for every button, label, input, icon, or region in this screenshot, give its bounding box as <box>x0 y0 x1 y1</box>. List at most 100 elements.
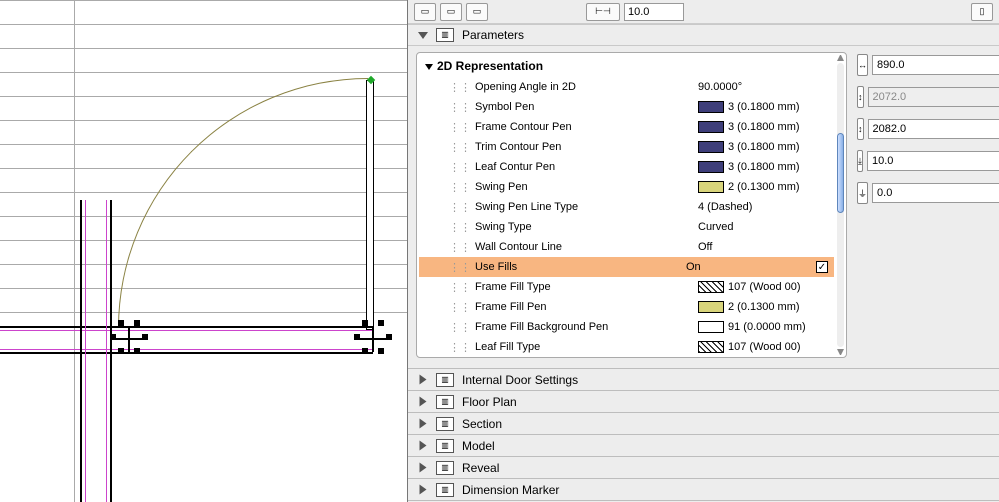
param-label: Wall Contour Line <box>475 241 698 253</box>
top-value-input[interactable] <box>624 3 684 21</box>
section-icon: ▥ <box>436 373 454 387</box>
scrollbar[interactable] <box>837 63 844 347</box>
wall-vertical <box>80 200 112 502</box>
section-title: Section <box>462 417 502 431</box>
width-icon: ↔ <box>857 54 868 76</box>
fill-swatch <box>698 281 724 293</box>
parameters-section-header[interactable]: ▥ Parameters <box>408 24 999 46</box>
top-toolbar: ▭ ▭ ▭ ⊢⊣ ▯ <box>408 0 999 24</box>
param-value[interactable]: 2 (0.1300 mm) <box>698 181 828 193</box>
param-row[interactable]: ⋮⋮Opening Angle in 2D90.0000° <box>419 77 834 97</box>
disclosure-triangle-icon <box>420 485 427 495</box>
param-value[interactable]: 4 (Dashed) <box>698 201 828 213</box>
elevation-icon: ⏚ <box>857 182 868 204</box>
section-icon: ▥ <box>436 417 454 431</box>
collapsed-section-header[interactable]: ▥ Section <box>408 412 999 434</box>
height-input-disabled <box>868 87 999 107</box>
param-row[interactable]: ⋮⋮Frame Contour Pen3 (0.1800 mm) <box>419 117 834 137</box>
scroll-up-icon[interactable] <box>837 55 844 61</box>
edit-node[interactable] <box>110 320 150 360</box>
param-row[interactable]: ⋮⋮Trim Contour Pen3 (0.1800 mm) <box>419 137 834 157</box>
param-value[interactable]: 3 (0.1800 mm) <box>698 101 828 113</box>
collapsed-section-header[interactable]: ▥ Internal Door Settings <box>408 368 999 390</box>
param-row[interactable]: ⋮⋮Swing Pen Line Type4 (Dashed) <box>419 197 834 217</box>
collapsed-section-header[interactable]: ▥ Model <box>408 434 999 456</box>
param-row[interactable]: ⋮⋮Frame Fill Background Pen91 (0.0000 mm… <box>419 317 834 337</box>
param-label: Symbol Pen <box>475 101 698 113</box>
param-value[interactable]: Curved <box>698 221 828 233</box>
disclosure-triangle-icon <box>420 463 427 473</box>
param-value[interactable]: 3 (0.1800 mm) <box>698 161 828 173</box>
param-value[interactable]: 2 (0.1300 mm) <box>698 301 828 313</box>
section-title: Model <box>462 439 495 453</box>
dimension-inputs: ↔ ↕ ▴▾ ↕ ⤓ ⏚ <box>857 52 991 358</box>
section-title: Floor Plan <box>462 395 517 409</box>
param-row[interactable]: ⋮⋮Symbol Pen3 (0.1800 mm) <box>419 97 834 117</box>
disclosure-triangle-icon <box>420 441 427 451</box>
section-icon: ▥ <box>436 461 454 475</box>
param-label: Swing Pen Line Type <box>475 201 698 213</box>
param-value[interactable]: 3 (0.1800 mm) <box>698 141 828 153</box>
param-value[interactable]: Off <box>698 241 828 253</box>
height-icon: ↕ <box>857 86 864 108</box>
param-label: Frame Fill Type <box>475 281 698 293</box>
scroll-thumb[interactable] <box>837 133 844 213</box>
param-label: Frame Contour Pen <box>475 121 698 133</box>
parameters-title: Parameters <box>462 28 524 42</box>
param-value[interactable]: 90.0000° <box>698 81 828 93</box>
anchor-icon-3[interactable]: ▭ <box>466 3 488 21</box>
param-value[interactable]: 3 (0.1800 mm) <box>698 121 828 133</box>
edit-node[interactable] <box>354 320 394 360</box>
drawing-canvas[interactable] <box>0 0 408 502</box>
param-label: Frame Fill Background Pen <box>475 321 698 333</box>
pen-swatch <box>698 161 724 173</box>
wall-horizontal <box>0 326 373 354</box>
settings-panel: ▭ ▭ ▭ ⊢⊣ ▯ ▥ Parameters 2D Representatio… <box>408 0 999 502</box>
param-label: Leaf Contur Pen <box>475 161 698 173</box>
param-group-header[interactable]: 2D Representation <box>419 55 834 77</box>
collapsed-section-header[interactable]: ▥Floor Plan <box>408 390 999 412</box>
section-title: Dimension Marker <box>462 483 559 497</box>
param-row[interactable]: ⋮⋮Swing TypeCurved <box>419 217 834 237</box>
dimension-icon[interactable]: ⊢⊣ <box>586 3 620 21</box>
pen-swatch <box>698 141 724 153</box>
disclosure-triangle-icon <box>420 419 427 429</box>
section-icon: ▥ <box>436 439 454 453</box>
param-label: Opening Angle in 2D <box>475 81 698 93</box>
pen-swatch <box>698 321 724 333</box>
anchor-icon-2[interactable]: ▭ <box>440 3 462 21</box>
checkbox[interactable]: ✓ <box>816 261 828 273</box>
param-label: Use Fills <box>475 261 686 273</box>
param-label: Leaf Fill Type <box>475 341 698 353</box>
scroll-down-icon[interactable] <box>837 349 844 355</box>
param-row[interactable]: ⋮⋮Leaf Contur Pen3 (0.1800 mm) <box>419 157 834 177</box>
param-row[interactable]: ⋮⋮Frame Fill Pen2 (0.1300 mm) <box>419 297 834 317</box>
fill-swatch <box>698 341 724 353</box>
parameters-list[interactable]: 2D Representation⋮⋮Opening Angle in 2D90… <box>416 52 847 358</box>
param-label: Frame Fill Pen <box>475 301 698 313</box>
link-icon[interactable]: ▯ <box>971 3 993 21</box>
collapsed-section-header[interactable]: ▥Reveal <box>408 456 999 478</box>
width-input[interactable] <box>872 55 999 75</box>
param-value[interactable]: 91 (0.0000 mm) <box>698 321 828 333</box>
param-row[interactable]: ⋮⋮Wall Contour LineOff <box>419 237 834 257</box>
anchor-icon-1[interactable]: ▭ <box>414 3 436 21</box>
param-value[interactable]: On <box>686 261 816 273</box>
unit-height-icon: ↕ <box>857 118 864 140</box>
collapsed-section-header[interactable]: ▥Dimension Marker <box>408 478 999 500</box>
elevation-input[interactable] <box>872 183 999 203</box>
param-label: Swing Pen <box>475 181 698 193</box>
param-label: Trim Contour Pen <box>475 141 698 153</box>
param-row[interactable]: ⋮⋮Use FillsOn✓ <box>419 257 834 277</box>
param-row[interactable]: ⋮⋮Frame Fill Type107 (Wood 00) <box>419 277 834 297</box>
door-leaf <box>366 80 374 330</box>
pen-swatch <box>698 101 724 113</box>
param-row[interactable]: ⋮⋮Leaf Fill Type107 (Wood 00) <box>419 337 834 355</box>
param-value[interactable]: 107 (Wood 00) <box>698 281 828 293</box>
param-row[interactable]: ⋮⋮Swing Pen2 (0.1300 mm) <box>419 177 834 197</box>
pen-swatch <box>698 121 724 133</box>
section-title: Internal Door Settings <box>462 373 578 387</box>
sill-input[interactable] <box>867 151 999 171</box>
param-value[interactable]: 107 (Wood 00) <box>698 341 828 353</box>
unit-height-input[interactable] <box>868 119 999 139</box>
